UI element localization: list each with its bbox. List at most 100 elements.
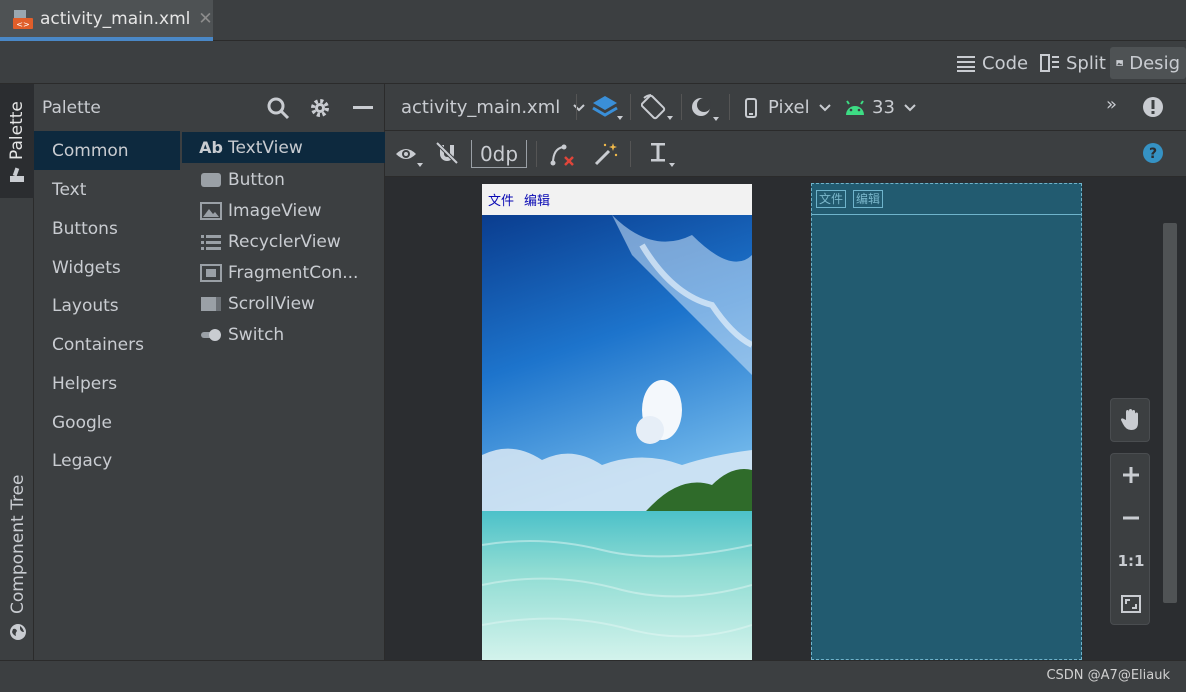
design-toolbar: activity_main.xml Pixel 33 » (385, 84, 1186, 131)
magnet-off-icon[interactable] (435, 141, 459, 165)
category-widgets[interactable]: Widgets (34, 248, 180, 287)
component-switch[interactable]: Switch (182, 319, 385, 350)
component-textview[interactable]: Ab TextView (182, 132, 385, 163)
split-icon (1040, 54, 1059, 72)
file-selector-label: activity_main.xml (401, 97, 561, 118)
xml-file-icon: <> (12, 8, 34, 30)
blueprint-menu-bar: 文件 编辑 (812, 184, 1081, 215)
default-margin-button[interactable]: 0dp (471, 140, 527, 168)
component-button[interactable]: Button (182, 164, 385, 195)
palette-header: Palette (34, 84, 384, 131)
component-tree-tab[interactable]: Component Tree (8, 474, 28, 614)
menu-item-file[interactable]: 文件 (488, 190, 514, 209)
divider (630, 141, 631, 167)
view-mode-bar: Code Split Desig (0, 41, 1186, 84)
app-menu-bar: 文件 编辑 (482, 184, 752, 215)
category-containers[interactable]: Containers (34, 325, 180, 364)
image-icon (1116, 60, 1123, 66)
category-text[interactable]: Text (34, 170, 180, 209)
palette-tool-tab[interactable]: Palette (0, 84, 34, 198)
chevron-down-icon (573, 103, 585, 111)
tab-activity-main[interactable]: <> activity_main.xml ✕ (0, 0, 213, 41)
tab-label: activity_main.xml (40, 8, 191, 29)
split-view-button[interactable]: Split (1034, 47, 1112, 79)
search-icon[interactable] (266, 96, 290, 120)
blueprint-menu-item-edit[interactable]: 编辑 (853, 190, 884, 208)
menu-item-edit[interactable]: 编辑 (524, 190, 550, 209)
clear-constraints-icon[interactable] (549, 141, 577, 167)
category-helpers[interactable]: Helpers (34, 364, 180, 403)
component-fragmentcontainerview[interactable]: FragmentCon... (182, 257, 385, 288)
api-level-selector[interactable]: 33 (844, 97, 917, 118)
divider (729, 94, 730, 120)
component-label: Switch (228, 324, 285, 345)
fragmentcontainer-icon (200, 263, 222, 282)
blueprint-menu-item-file[interactable]: 文件 (816, 190, 847, 208)
component-scrollview[interactable]: ScrollView (182, 288, 385, 319)
vertical-scrollbar[interactable] (1163, 223, 1177, 603)
layers-icon[interactable] (591, 94, 623, 122)
phone-icon (745, 97, 757, 118)
design-canvas[interactable]: 文件 编辑 文件 编辑 1:1 (385, 177, 1186, 660)
component-label: FragmentCon... (228, 262, 359, 283)
divider (681, 94, 682, 120)
file-selector[interactable]: activity_main.xml (401, 97, 586, 118)
overflow-icon[interactable]: » (1106, 94, 1117, 115)
design-view-button[interactable]: Desig (1110, 47, 1186, 79)
eye-icon[interactable] (395, 143, 425, 169)
align-baseline-icon[interactable] (647, 141, 677, 169)
category-common[interactable]: Common (34, 131, 180, 170)
pan-button[interactable] (1111, 399, 1151, 441)
category-google[interactable]: Google (34, 403, 180, 442)
component-label: ImageView (228, 200, 322, 221)
watermark-text: CSDN @A7@Eliauk (1046, 668, 1170, 683)
gear-icon[interactable] (309, 97, 331, 119)
actual-size-button[interactable]: 1:1 (1111, 540, 1151, 582)
component-label: TextView (228, 137, 303, 158)
chevron-down-icon (904, 103, 916, 111)
globe-icon (10, 624, 26, 640)
split-label: Split (1066, 52, 1106, 74)
imageview-icon (200, 201, 222, 220)
zoom-out-button[interactable] (1111, 497, 1151, 539)
divider (536, 141, 537, 167)
design-preview[interactable]: 文件 编辑 (482, 184, 752, 660)
svg-text:?: ? (1149, 146, 1157, 162)
fit-screen-icon (1121, 595, 1141, 613)
magic-wand-icon[interactable] (593, 141, 619, 167)
android-icon (846, 99, 864, 115)
textview-icon: Ab (199, 138, 223, 157)
night-mode-icon[interactable] (689, 95, 721, 123)
category-legacy[interactable]: Legacy (34, 441, 180, 480)
component-recyclerview[interactable]: RecyclerView (182, 226, 385, 257)
beach-background-image (482, 215, 752, 660)
category-buttons[interactable]: Buttons (34, 209, 180, 248)
warning-icon[interactable] (1142, 96, 1164, 118)
close-icon[interactable]: ✕ (198, 9, 212, 29)
component-label: RecyclerView (228, 231, 341, 252)
design-label: Desig (1129, 52, 1180, 74)
divider (576, 94, 577, 120)
minus-icon (1123, 516, 1139, 520)
left-tool-strip: Palette Component Tree (0, 84, 34, 660)
zoom-to-fit-button[interactable] (1111, 583, 1151, 625)
editor-tab-bar: <> activity_main.xml ✕ (0, 0, 1186, 41)
component-imageview[interactable]: ImageView (182, 195, 385, 226)
divider (630, 94, 631, 120)
design-sub-toolbar: 0dp ? (385, 131, 1186, 177)
palette-title: Palette (42, 97, 101, 118)
status-bar: CSDN @A7@Eliauk (0, 660, 1186, 692)
device-selector[interactable]: Pixel (744, 97, 832, 118)
code-view-button[interactable]: Code (950, 47, 1034, 79)
palette-brush-icon (10, 167, 24, 182)
device-label: Pixel (768, 97, 810, 118)
minimize-icon[interactable] (352, 106, 374, 110)
svg-text:<>: <> (16, 20, 29, 29)
category-layouts[interactable]: Layouts (34, 286, 180, 325)
component-label: ScrollView (228, 293, 315, 314)
component-label: Button (228, 169, 285, 190)
rotate-orientation-icon[interactable] (641, 94, 673, 122)
zoom-in-button[interactable] (1111, 454, 1151, 496)
blueprint-preview[interactable]: 文件 编辑 (811, 183, 1082, 660)
help-icon[interactable]: ? (1142, 142, 1164, 164)
